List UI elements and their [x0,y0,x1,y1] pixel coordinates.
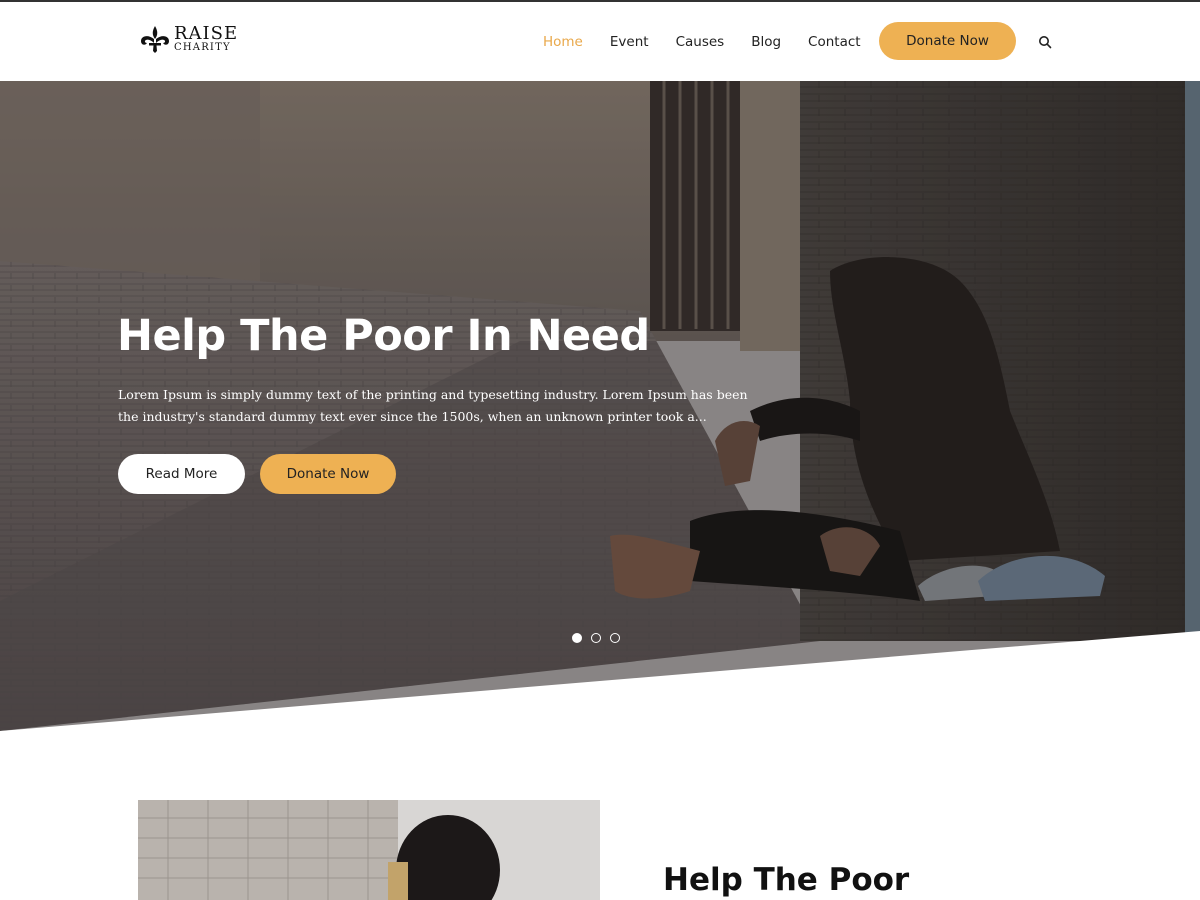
brand-subtitle: CHARITY [174,42,231,53]
header-donate-button[interactable]: Donate Now [879,22,1016,60]
slider-dot-3[interactable] [610,633,620,643]
main-nav: Home Event Causes Blog Contact [543,2,888,81]
hero-donate-button[interactable]: Donate Now [260,454,396,494]
fleur-de-lis-icon [141,26,169,53]
nav-item-blog[interactable]: Blog [751,34,781,50]
slider-dot-1[interactable] [572,633,582,643]
read-more-button[interactable]: Read More [118,454,245,494]
brand-title: RAISE [174,23,239,44]
site-header: RAISE CHARITY Home Event Causes Blog Con… [0,2,1200,81]
slider-dot-2[interactable] [591,633,601,643]
hero-slider: Help The Poor In Need Lorem Ipsum is sim… [0,81,1200,731]
section-title: Help The Poor [663,862,910,898]
slider-dots [572,633,629,643]
logo[interactable]: RAISE CHARITY [138,24,238,54]
nav-item-home[interactable]: Home [543,34,583,50]
about-image [138,800,600,900]
nav-item-contact[interactable]: Contact [808,34,861,50]
nav-item-causes[interactable]: Causes [676,34,725,50]
hero-title: Help The Poor In Need [117,311,650,361]
nav-item-event[interactable]: Event [610,34,649,50]
hero-description: Lorem Ipsum is simply dummy text of the … [118,387,748,424]
search-icon[interactable] [1038,35,1052,49]
